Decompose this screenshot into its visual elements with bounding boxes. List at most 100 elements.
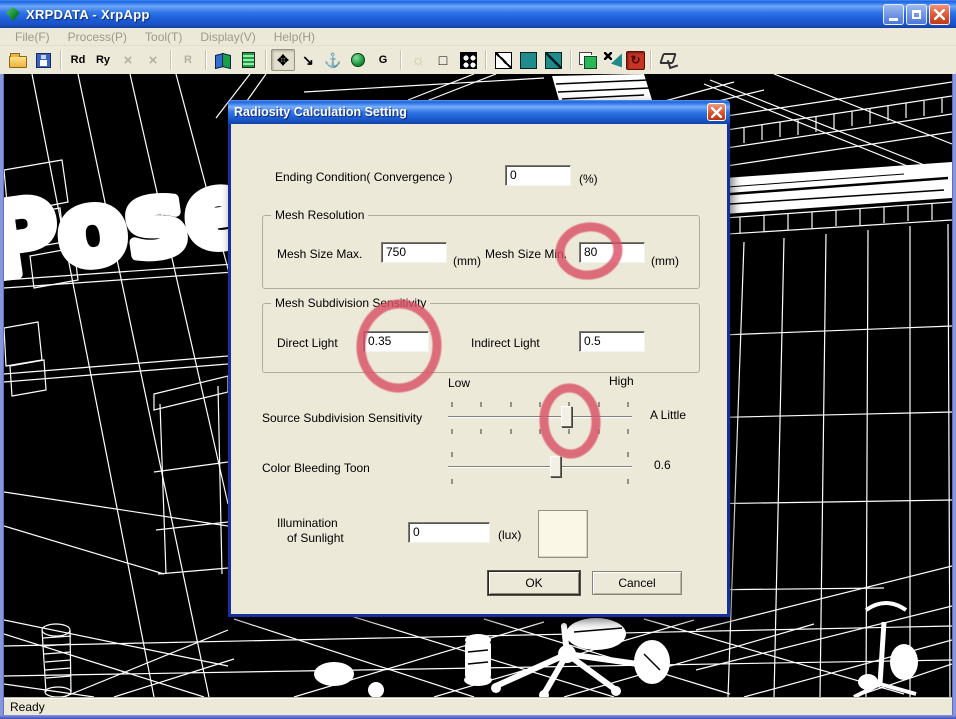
slider-tick: [510, 429, 512, 434]
source-subdivision-value: A Little: [650, 408, 687, 422]
toolbar-separator: [400, 50, 401, 70]
dialog-title: Radiosity Calculation Setting: [234, 105, 407, 119]
slider-tick: [451, 452, 453, 457]
column-render-icon: [241, 52, 255, 68]
sphere-view-icon: [351, 53, 365, 67]
sunlight-input[interactable]: 0: [408, 522, 490, 543]
square-outline-button[interactable]: □: [431, 49, 455, 71]
column-render-button[interactable]: [236, 49, 260, 71]
teal-square-icon: [519, 51, 537, 69]
slider-track[interactable]: [448, 466, 632, 468]
indirect-light-input[interactable]: 0.5: [579, 331, 645, 352]
dialog-close-button[interactable]: [707, 103, 726, 121]
sunlight-label-line2: of Sunlight: [287, 531, 344, 545]
save-icon: [35, 52, 51, 68]
mesh-resolution-group: Mesh Resolution Mesh Size Max. 750 (mm) …: [262, 208, 700, 289]
mesh-size-max-input[interactable]: 750: [381, 242, 447, 263]
r-button: R: [184, 54, 192, 66]
status-text: Ready: [10, 699, 45, 714]
ry-button[interactable]: Ry: [91, 49, 115, 71]
pan-button[interactable]: ✥: [271, 49, 295, 71]
delete-x-2-button: ×: [148, 51, 158, 69]
zoom-button[interactable]: ↘: [296, 49, 320, 71]
teal-square-button[interactable]: [516, 49, 540, 71]
slider-tick: [451, 402, 453, 407]
low-label: Low: [448, 376, 471, 390]
slider-tick: [627, 402, 629, 407]
ending-condition-label: Ending Condition( Convergence ): [275, 170, 453, 184]
radiosity-dialog: Radiosity Calculation Setting Ending Con…: [228, 100, 730, 617]
dialog-title-bar[interactable]: Radiosity Calculation Setting: [228, 100, 730, 124]
source-subdivision-slider: [448, 402, 632, 434]
maximize-icon: [912, 9, 921, 19]
slider-tick: [598, 429, 600, 434]
toolbar-separator: [205, 50, 206, 70]
rd-button[interactable]: Rd: [66, 49, 90, 71]
menu-process[interactable]: Process(P): [59, 30, 136, 44]
color-bleeding-label: Color Bleeding Toon: [262, 461, 370, 475]
menu-help[interactable]: Help(H): [265, 30, 324, 44]
menu-tool[interactable]: Tool(T): [136, 30, 191, 44]
ending-condition-unit: (%): [579, 172, 598, 186]
mesh-size-max-label: Mesh Size Max.: [277, 247, 363, 261]
minimize-button[interactable]: [883, 3, 904, 25]
open-button[interactable]: [6, 49, 30, 71]
mesh-size-min-input[interactable]: 80: [579, 242, 645, 263]
sunlight-label-line1: Illumination: [277, 516, 338, 530]
slider-tick: [539, 402, 541, 407]
close-button[interactable]: [929, 3, 950, 25]
dialog-body: Ending Condition( Convergence ) 0 (%) Me…: [231, 124, 727, 614]
slider-tick: [627, 429, 629, 434]
ok-button[interactable]: OK: [488, 571, 580, 595]
menu-display[interactable]: Display(V): [191, 30, 264, 44]
delete-mesh-button[interactable]: [601, 49, 625, 71]
flip-view-button[interactable]: [211, 49, 235, 71]
sunlight-color-swatch[interactable]: [538, 510, 588, 558]
mesh-subdivision-group: Mesh Subdivision Sensitivity Direct Ligh…: [262, 296, 700, 373]
indirect-light-label: Indirect Light: [471, 336, 540, 350]
window-frame-left: [0, 74, 4, 715]
mesh-resolution-legend: Mesh Resolution: [271, 208, 369, 222]
flip-view-icon: [214, 52, 233, 68]
rotate-view-button[interactable]: ⚓: [321, 49, 345, 71]
source-slider-thumb[interactable]: [560, 406, 572, 427]
overlap-squares-icon: [579, 51, 597, 69]
teal-diagonal-square-button[interactable]: [541, 49, 565, 71]
sunlight-unit: (lux): [498, 528, 522, 542]
overlap-squares-button[interactable]: [576, 49, 600, 71]
slider-tick: [598, 402, 600, 407]
dither-grid-button[interactable]: [456, 49, 480, 71]
lamp-button[interactable]: [656, 49, 680, 71]
mesh-size-min-label: Mesh Size Min.: [485, 247, 568, 261]
radiosity-toggle-button[interactable]: ↻: [626, 50, 645, 70]
slider-tick: [627, 479, 629, 484]
minimize-icon: [889, 17, 898, 21]
menu-bar: File(F) Process(P) Tool(T) Display(V) Help(H…: [0, 28, 956, 46]
source-subdivision-label: Source Subdivision Sensitivity: [262, 411, 423, 425]
sphere-view-button[interactable]: [346, 49, 370, 71]
maximize-button[interactable]: [906, 3, 927, 25]
close-icon: [934, 8, 945, 20]
mesh-size-min-unit: (mm): [651, 254, 679, 268]
save-button[interactable]: [31, 49, 55, 71]
window-frame-bottom: [0, 715, 956, 719]
cancel-button[interactable]: Cancel: [592, 571, 682, 595]
toolbar-separator: [265, 50, 266, 70]
mesh-size-max-unit: (mm): [453, 254, 481, 268]
rotate-g-button[interactable]: G: [371, 49, 395, 71]
light-button[interactable]: ☼: [406, 49, 430, 71]
crossed-square-button[interactable]: [491, 49, 515, 71]
slider-track[interactable]: [448, 416, 632, 418]
window-frame-right: [952, 74, 956, 715]
menu-file[interactable]: File(F): [6, 30, 59, 44]
ending-condition-input[interactable]: 0: [505, 165, 571, 186]
slider-tick: [568, 429, 570, 434]
teal-diagonal-square-icon: [544, 51, 562, 69]
tool-bar: Rd Ry × × R ✥ ↘ ⚓ G ☼ □ ↻: [0, 46, 956, 74]
dither-grid-icon: [459, 51, 477, 69]
bleed-slider-thumb[interactable]: [549, 456, 561, 477]
status-bar: Ready: [4, 697, 952, 715]
slider-tick: [451, 479, 453, 484]
open-icon: [9, 53, 27, 68]
direct-light-input[interactable]: 0.35: [363, 331, 429, 352]
